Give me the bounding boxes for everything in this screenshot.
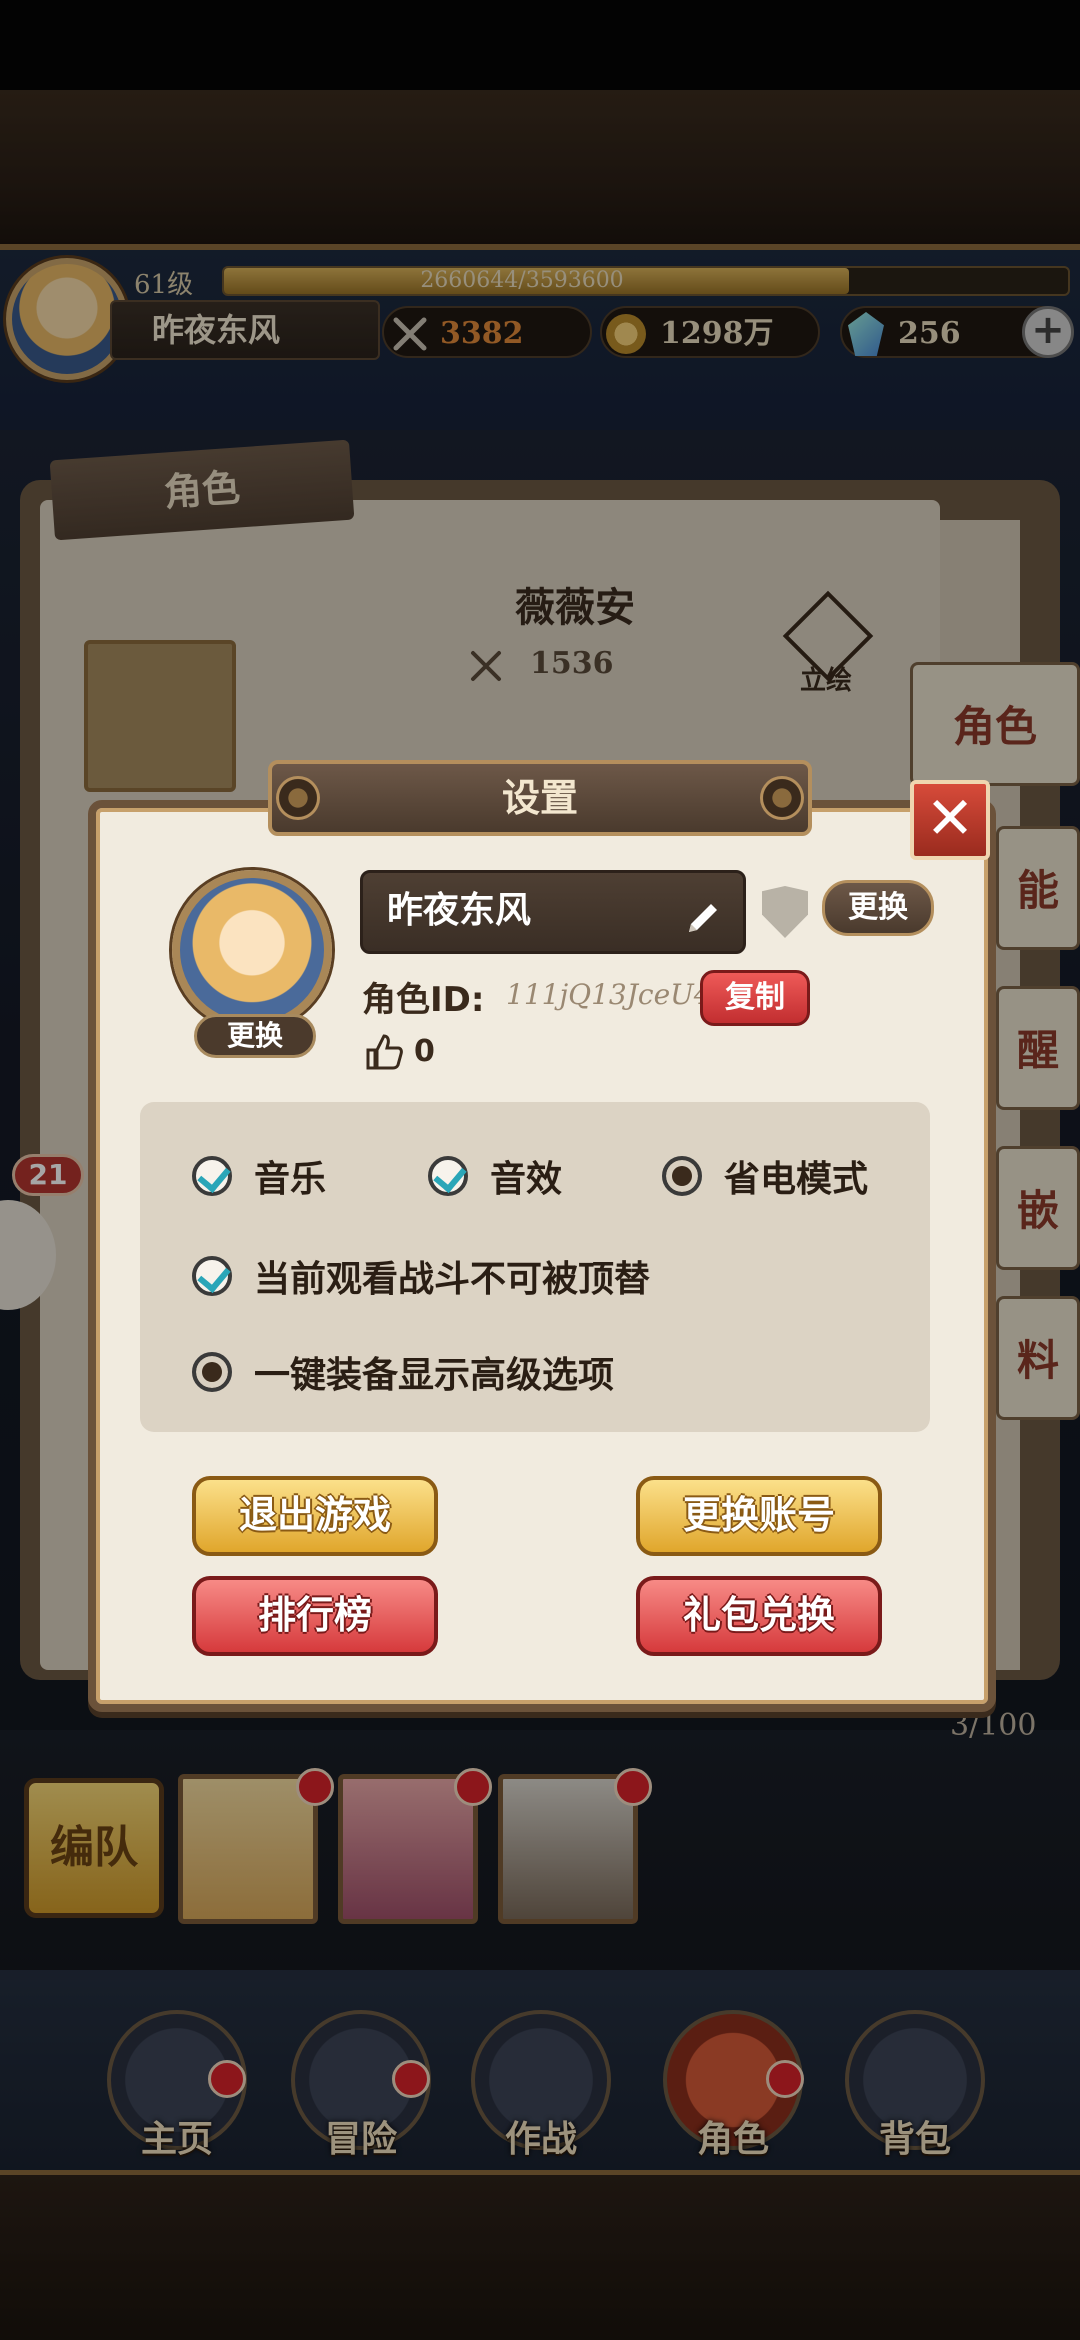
copy-id-button[interactable]: 复制 <box>700 970 810 1026</box>
player-name-field[interactable]: 昨夜东风 <box>360 870 746 954</box>
option-music[interactable]: 音乐 <box>192 1150 326 1202</box>
player-name-value: 昨夜东风 <box>387 890 532 931</box>
advanced-equip-label: 一键装备显示高级选项 <box>254 1355 615 1396</box>
pencil-icon[interactable] <box>681 891 725 935</box>
no-replace-label: 当前观看战斗不可被顶替 <box>254 1259 651 1300</box>
option-sound[interactable]: 音效 <box>428 1150 562 1202</box>
option-no-replace[interactable]: 当前观看战斗不可被顶替 <box>192 1250 650 1302</box>
music-label: 音乐 <box>254 1159 327 1200</box>
option-power-save[interactable]: 省电模式 <box>662 1150 868 1202</box>
id-value: 111jQ13JceU4 <box>506 978 712 1011</box>
likes-count: 0 <box>414 1034 435 1069</box>
title-knob-left <box>276 776 320 820</box>
sound-checkbox[interactable] <box>428 1156 468 1196</box>
power-save-label: 省电模式 <box>724 1159 869 1200</box>
power-save-radio[interactable] <box>662 1156 702 1196</box>
avatar-change-button[interactable]: 更换 <box>194 1014 316 1058</box>
dialog-title: 设置 <box>268 760 812 836</box>
leaderboard-button[interactable]: 排行榜 <box>192 1576 438 1656</box>
advanced-equip-radio[interactable] <box>192 1352 232 1392</box>
music-checkbox[interactable] <box>192 1156 232 1196</box>
no-replace-checkbox[interactable] <box>192 1256 232 1296</box>
thumbs-up-icon[interactable] <box>364 1032 404 1072</box>
id-label: 角色ID: <box>362 980 485 1020</box>
switch-account-button[interactable]: 更换账号 <box>636 1476 882 1556</box>
gift-redeem-button[interactable]: 礼包兑换 <box>636 1576 882 1656</box>
close-button[interactable]: ✕ <box>910 780 990 860</box>
profile-avatar[interactable] <box>172 870 332 1030</box>
name-change-button[interactable]: 更换 <box>822 880 934 936</box>
exit-game-button[interactable]: 退出游戏 <box>192 1476 438 1556</box>
close-icon: ✕ <box>925 784 975 852</box>
option-advanced-equip[interactable]: 一键装备显示高级选项 <box>192 1346 614 1398</box>
title-knob-right <box>760 776 804 820</box>
sound-label: 音效 <box>490 1159 563 1200</box>
